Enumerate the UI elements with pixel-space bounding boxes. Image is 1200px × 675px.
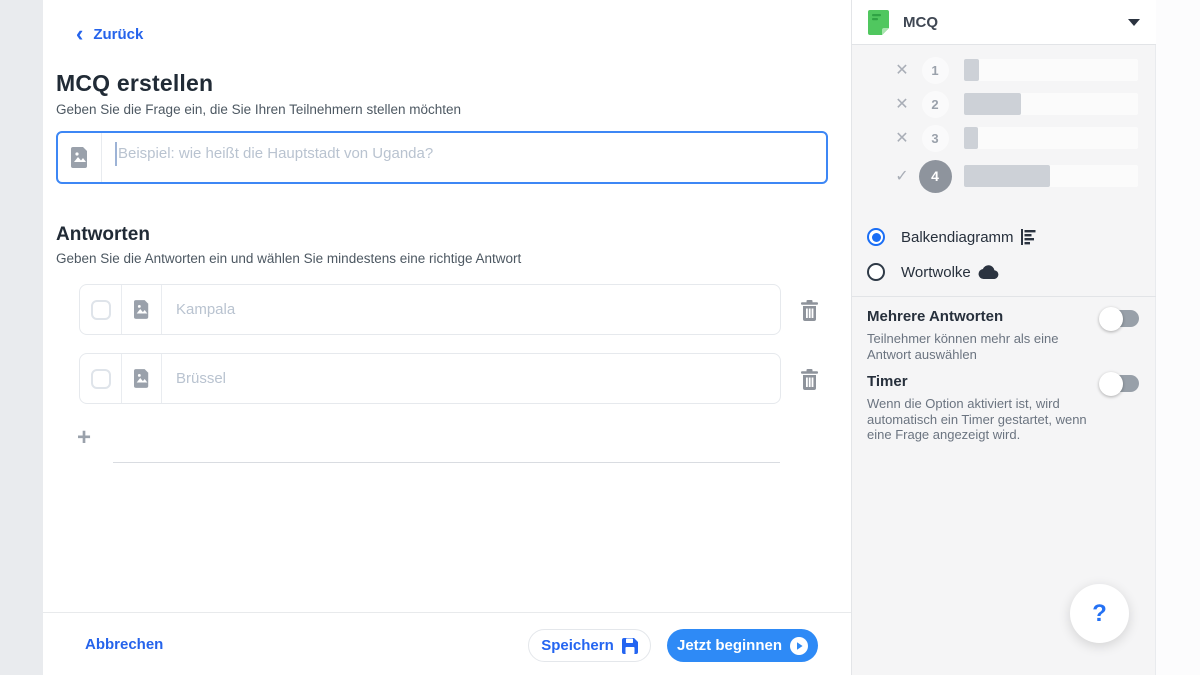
preview-bar [964,93,1021,115]
check-mark-icon: ✓ [893,166,911,186]
save-button[interactable]: Speichern [528,629,651,662]
answer-row [79,284,781,335]
help-button[interactable]: ? [1070,584,1129,643]
plus-icon: + [77,424,91,451]
setting-description: Wenn die Option aktiviert ist, wird auto… [867,396,1099,443]
chevron-down-icon [1128,19,1140,26]
trash-icon [800,300,819,321]
footer-divider [43,612,851,613]
question-input[interactable] [102,133,826,162]
answer-number-chip: 3 [922,125,949,152]
delete-answer-button[interactable] [798,368,820,390]
mcq-green-doc-icon [868,10,889,35]
start-button-label: Jetzt beginnen [677,637,782,654]
mcq-editor-screen: ‹ Zurück MCQ erstellen Geben Sie die Fra… [0,0,1200,675]
play-icon [790,637,808,655]
page-subtitle: Geben Sie die Frage ein, die Sie Ihren T… [56,102,461,117]
floppy-disk-icon [622,638,638,654]
delete-answer-button[interactable] [798,299,820,321]
answers-title: Antworten [56,224,150,246]
page-title: MCQ erstellen [56,70,213,97]
option-label: Wortwolke [901,264,971,281]
answer-media-button[interactable] [122,354,162,403]
answers-subtitle: Geben Sie die Antworten ein und wählen S… [56,251,521,266]
add-answer-button[interactable]: + [77,426,91,450]
option-bar-chart[interactable]: Balkendiagramm [852,224,1156,250]
option-label: Balkendiagramm [901,229,1014,246]
setting-description: Teilnehmer können mehr als eine Antwort … [867,331,1099,362]
right-margin-strip [1156,0,1200,675]
back-link[interactable]: ‹ Zurück [76,25,143,43]
radio-icon [867,228,885,246]
radio-icon [867,263,885,281]
answer-number-chip: 2 [922,91,949,118]
answer-media-button[interactable] [122,285,162,334]
checkbox-icon [91,300,111,320]
preview-bar [964,59,979,81]
option-word-cloud[interactable]: Wortwolke [852,259,1156,285]
answer-correct-checkbox[interactable] [80,354,122,403]
preview-bar-track [964,127,1138,149]
setting-label: Timer [867,373,908,390]
question-media-button[interactable] [58,133,102,182]
answer-number-chip: 4 [919,160,952,193]
result-preview: ✕ 1 ✕ 2 ✕ 3 ✓ 4 [852,58,1156,192]
file-image-icon [71,147,89,168]
display-options: Balkendiagramm Wortwolke [852,224,1156,294]
text-cursor [115,142,117,166]
preview-row: ✕ 3 [852,126,1156,150]
main-panel: ‹ Zurück MCQ erstellen Geben Sie die Fra… [43,0,851,675]
x-mark-icon: ✕ [893,94,911,114]
toggle-knob [1099,307,1123,331]
file-image-icon [134,300,150,319]
preview-bar [964,127,978,149]
back-label: Zurück [93,26,143,43]
toggle-knob [1099,372,1123,396]
answer-correct-checkbox[interactable] [80,285,122,334]
setting-multiple-answers: Mehrere Antworten Teilnehmer können mehr… [867,308,1143,362]
chevron-left-icon: ‹ [76,25,83,43]
question-input-box [56,131,828,184]
cancel-button[interactable]: Abbrechen [85,636,163,653]
question-mark-icon: ? [1092,600,1107,628]
setting-label: Mehrere Antworten [867,308,1003,325]
trash-icon [800,369,819,390]
answer-row [79,353,781,404]
answer-input[interactable] [162,285,780,334]
slide-type-dropdown[interactable]: MCQ [852,0,1156,45]
answer-number-chip: 1 [922,57,949,84]
bar-chart-icon [1021,229,1036,245]
multiple-answers-toggle[interactable] [1102,310,1139,327]
checkbox-icon [91,369,111,389]
slide-type-label: MCQ [903,14,938,31]
question-input-wrap [102,133,826,182]
file-image-icon [134,369,150,388]
x-mark-icon: ✕ [893,128,911,148]
cloud-icon [978,265,999,279]
save-button-label: Speichern [541,637,614,654]
add-answer-underline [113,462,780,463]
setting-timer: Timer Wenn die Option aktiviert ist, wir… [867,373,1143,443]
preview-bar [964,165,1050,187]
sidebar-divider [852,296,1156,297]
start-button[interactable]: Jetzt beginnen [667,629,818,662]
preview-bar-track [964,59,1138,81]
preview-row: ✕ 1 [852,58,1156,82]
answer-input[interactable] [162,354,780,403]
x-mark-icon: ✕ [893,60,911,80]
preview-row: ✓ 4 [852,160,1156,192]
preview-row: ✕ 2 [852,92,1156,116]
timer-toggle[interactable] [1102,375,1139,392]
settings-sidebar: MCQ ✕ 1 ✕ 2 ✕ 3 ✓ 4 [851,0,1155,675]
